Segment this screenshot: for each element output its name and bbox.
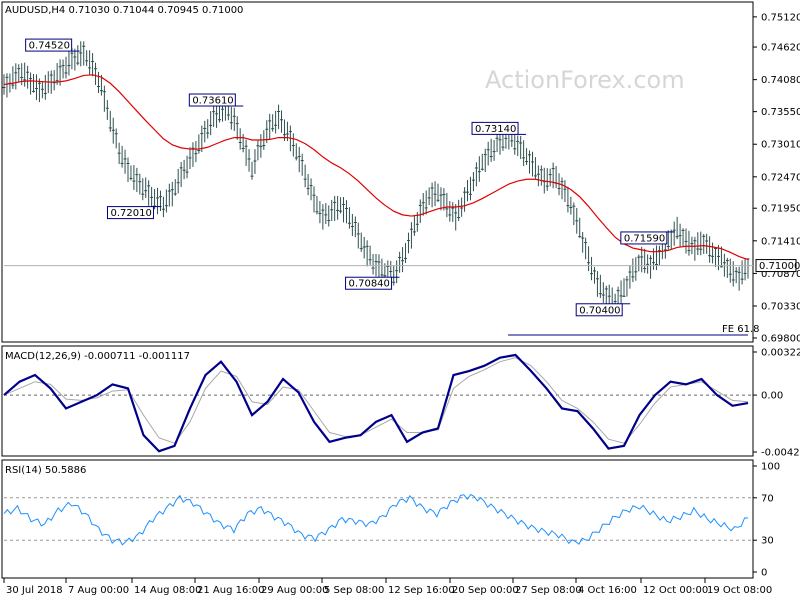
annotation-label: 0.73610 bbox=[192, 96, 233, 107]
rsi-tick-label: 100 bbox=[761, 462, 780, 473]
price-tick-label: 0.71410 bbox=[761, 236, 800, 247]
price-tick-label: 0.73010 bbox=[761, 140, 800, 151]
time-tick-label: 30 Jul 2018 bbox=[6, 585, 63, 596]
annotation-label: 0.74520 bbox=[29, 41, 70, 52]
price-tick-label: 0.72470 bbox=[761, 172, 800, 183]
macd-header: MACD(12,26,9) -0.000711 -0.001117 bbox=[5, 351, 190, 362]
fib-label: FE 61.8 bbox=[722, 324, 760, 335]
watermark: ActionForex.com bbox=[485, 66, 685, 94]
time-tick-label: 12 Sep 16:00 bbox=[388, 585, 455, 596]
price-tick-label: 0.71950 bbox=[761, 204, 800, 215]
time-tick-label: 5 Sep 08:00 bbox=[324, 585, 384, 596]
time-tick-label: 4 Oct 16:00 bbox=[578, 585, 637, 596]
price-tick-label: 0.73550 bbox=[761, 107, 800, 118]
rsi-tick-label: 0 bbox=[761, 568, 767, 579]
time-tick-label: 27 Sep 08:00 bbox=[515, 585, 582, 596]
time-tick-label: 29 Aug 00:00 bbox=[261, 585, 328, 596]
price-tick-label: 0.69800 bbox=[761, 334, 800, 345]
time-tick-label: 7 Aug 00:00 bbox=[68, 585, 129, 596]
macd-tick-label: 0.00 bbox=[761, 391, 783, 402]
time-tick-label: 21 Aug 16:00 bbox=[197, 585, 264, 596]
price-tick-label: 0.75120 bbox=[761, 12, 800, 23]
price-tick-label: 0.74080 bbox=[761, 75, 800, 86]
rsi-tick-label: 30 bbox=[761, 536, 774, 547]
time-tick-label: 20 Sep 00:00 bbox=[452, 585, 519, 596]
price-tick-label: 0.74620 bbox=[761, 43, 800, 54]
chart-window: ActionForex.com AUDUSD,H4 0.71030 0.7104… bbox=[0, 0, 800, 600]
annotation-label: 0.70840 bbox=[349, 279, 390, 290]
rsi-header: RSI(14) 50.5886 bbox=[5, 465, 86, 476]
current-price-value: 0.71000 bbox=[759, 261, 800, 272]
time-tick-label: 19 Oct 08:00 bbox=[707, 585, 772, 596]
time-tick-label: 14 Aug 08:00 bbox=[134, 585, 201, 596]
current-price-badge: 0.71000 bbox=[755, 259, 800, 273]
price-tick-label: 0.70330 bbox=[761, 302, 800, 313]
rsi-tick-label: 70 bbox=[761, 493, 774, 504]
time-tick-label: 12 Oct 00:00 bbox=[643, 585, 708, 596]
macd-tick-label: -0.004259 bbox=[761, 448, 800, 459]
annotation-label: 0.71590 bbox=[624, 233, 665, 244]
symbol-header: AUDUSD,H4 0.71030 0.71044 0.70945 0.7100… bbox=[5, 5, 243, 16]
annotation-label: 0.73140 bbox=[475, 124, 516, 135]
annotation-label: 0.72010 bbox=[110, 208, 151, 219]
annotation-label: 0.70400 bbox=[579, 305, 620, 316]
macd-tick-label: 0.003224 bbox=[761, 348, 800, 359]
